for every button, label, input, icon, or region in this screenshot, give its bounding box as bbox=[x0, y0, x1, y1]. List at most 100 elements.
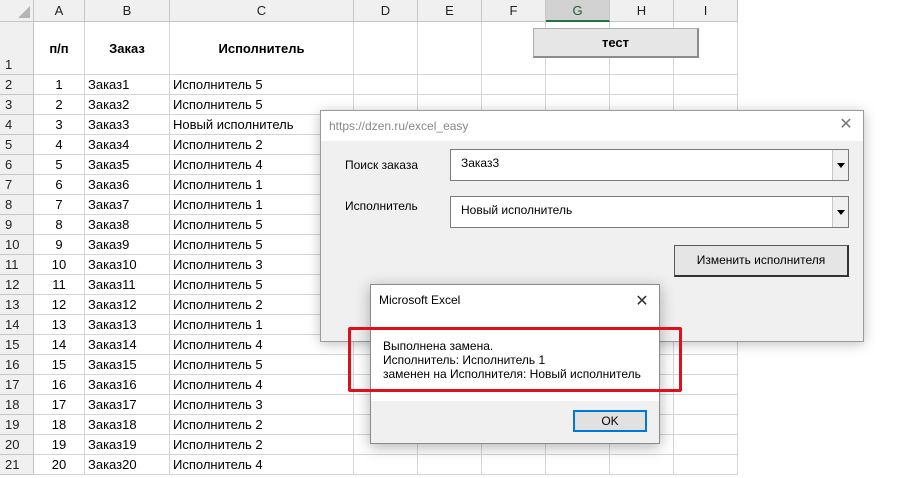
table-cell-order[interactable]: Заказ13 bbox=[85, 315, 170, 335]
column-header-g[interactable]: G bbox=[546, 0, 610, 22]
table-cell-order[interactable]: Заказ18 bbox=[85, 415, 170, 435]
table-cell-executor[interactable]: Исполнитель 5 bbox=[170, 75, 354, 95]
table-cell-num[interactable]: 20 bbox=[34, 455, 85, 475]
empty-cell[interactable] bbox=[546, 455, 610, 475]
order-search-combobox[interactable]: Заказ3 bbox=[450, 149, 849, 181]
table-cell-order[interactable]: Заказ19 bbox=[85, 435, 170, 455]
empty-cell[interactable] bbox=[610, 455, 674, 475]
close-icon[interactable]: ✕ bbox=[633, 291, 651, 311]
table-cell-num[interactable]: 19 bbox=[34, 435, 85, 455]
table-cell-order[interactable]: Заказ4 bbox=[85, 135, 170, 155]
column-header-h[interactable]: H bbox=[610, 0, 674, 22]
table-cell-num[interactable]: 10 bbox=[34, 255, 85, 275]
row-header[interactable]: 18 bbox=[0, 395, 34, 415]
column-header-e[interactable]: E bbox=[418, 0, 482, 22]
table-cell-num[interactable]: 9 bbox=[34, 235, 85, 255]
row-header[interactable]: 21 bbox=[0, 455, 34, 475]
table-cell-order[interactable]: Заказ17 bbox=[85, 395, 170, 415]
close-icon[interactable]: ✕ bbox=[837, 116, 855, 134]
column-header-c[interactable]: C bbox=[170, 0, 354, 22]
select-all-corner[interactable] bbox=[0, 0, 34, 22]
row-header[interactable]: 10 bbox=[0, 235, 34, 255]
table-cell-num[interactable]: 7 bbox=[34, 195, 85, 215]
empty-cell[interactable] bbox=[354, 22, 418, 75]
empty-cell[interactable] bbox=[418, 455, 482, 475]
empty-cell[interactable] bbox=[674, 355, 738, 375]
header-cell-order[interactable]: Заказ bbox=[85, 22, 170, 75]
table-cell-num[interactable]: 11 bbox=[34, 275, 85, 295]
table-cell-num[interactable]: 13 bbox=[34, 315, 85, 335]
table-cell-order[interactable]: Заказ14 bbox=[85, 335, 170, 355]
table-cell-order[interactable]: Заказ11 bbox=[85, 275, 170, 295]
header-cell-num[interactable]: п/п bbox=[34, 22, 85, 75]
row-header[interactable]: 12 bbox=[0, 275, 34, 295]
row-header[interactable]: 16 bbox=[0, 355, 34, 375]
table-cell-executor[interactable]: Исполнитель 4 bbox=[170, 455, 354, 475]
header-cell-executor[interactable]: Исполнитель bbox=[170, 22, 354, 75]
row-header[interactable]: 9 bbox=[0, 215, 34, 235]
table-cell-num[interactable]: 5 bbox=[34, 155, 85, 175]
table-cell-num[interactable]: 16 bbox=[34, 375, 85, 395]
empty-cell[interactable] bbox=[354, 75, 418, 95]
executor-combobox[interactable]: Новый исполнитель bbox=[450, 196, 849, 228]
row-header[interactable]: 14 bbox=[0, 315, 34, 335]
table-cell-order[interactable]: Заказ2 bbox=[85, 95, 170, 115]
table-cell-order[interactable]: Заказ10 bbox=[85, 255, 170, 275]
empty-cell[interactable] bbox=[418, 75, 482, 95]
row-header[interactable]: 19 bbox=[0, 415, 34, 435]
empty-cell[interactable] bbox=[674, 415, 738, 435]
column-header-i[interactable]: I bbox=[674, 0, 738, 22]
row-header[interactable]: 4 bbox=[0, 115, 34, 135]
table-cell-num[interactable]: 1 bbox=[34, 75, 85, 95]
table-cell-order[interactable]: Заказ9 bbox=[85, 235, 170, 255]
empty-cell[interactable] bbox=[354, 455, 418, 475]
empty-cell[interactable] bbox=[546, 75, 610, 95]
table-cell-order[interactable]: Заказ8 bbox=[85, 215, 170, 235]
row-header[interactable]: 15 bbox=[0, 335, 34, 355]
table-cell-num[interactable]: 8 bbox=[34, 215, 85, 235]
table-cell-order[interactable]: Заказ1 bbox=[85, 75, 170, 95]
table-cell-order[interactable]: Заказ6 bbox=[85, 175, 170, 195]
ok-button[interactable]: OK bbox=[573, 410, 647, 432]
test-macro-button[interactable]: тест bbox=[533, 28, 699, 58]
table-cell-order[interactable]: Заказ15 bbox=[85, 355, 170, 375]
column-header-a[interactable]: A bbox=[34, 0, 85, 22]
row-header[interactable]: 11 bbox=[0, 255, 34, 275]
table-cell-num[interactable]: 15 bbox=[34, 355, 85, 375]
empty-cell[interactable] bbox=[674, 395, 738, 415]
table-cell-num[interactable]: 3 bbox=[34, 115, 85, 135]
table-cell-executor[interactable]: Исполнитель 3 bbox=[170, 395, 354, 415]
empty-cell[interactable] bbox=[482, 75, 546, 95]
table-cell-order[interactable]: Заказ20 bbox=[85, 455, 170, 475]
column-header-b[interactable]: B bbox=[85, 0, 170, 22]
empty-cell[interactable] bbox=[674, 435, 738, 455]
table-cell-num[interactable]: 2 bbox=[34, 95, 85, 115]
empty-cell[interactable] bbox=[674, 455, 738, 475]
table-cell-num[interactable]: 12 bbox=[34, 295, 85, 315]
row-header[interactable]: 6 bbox=[0, 155, 34, 175]
table-cell-num[interactable]: 18 bbox=[34, 415, 85, 435]
table-cell-order[interactable]: Заказ5 bbox=[85, 155, 170, 175]
row-header[interactable]: 8 bbox=[0, 195, 34, 215]
row-header[interactable]: 5 bbox=[0, 135, 34, 155]
table-cell-order[interactable]: Заказ7 bbox=[85, 195, 170, 215]
table-cell-executor[interactable]: Исполнитель 4 bbox=[170, 375, 354, 395]
empty-cell[interactable] bbox=[610, 75, 674, 95]
row-header[interactable]: 7 bbox=[0, 175, 34, 195]
row-header[interactable]: 1 bbox=[0, 22, 34, 75]
table-cell-order[interactable]: Заказ12 bbox=[85, 295, 170, 315]
empty-cell[interactable] bbox=[674, 75, 738, 95]
empty-cell[interactable] bbox=[674, 375, 738, 395]
empty-cell[interactable] bbox=[418, 22, 482, 75]
row-header[interactable]: 13 bbox=[0, 295, 34, 315]
table-cell-num[interactable]: 17 bbox=[34, 395, 85, 415]
table-cell-executor[interactable]: Исполнитель 2 bbox=[170, 415, 354, 435]
column-header-f[interactable]: F bbox=[482, 0, 546, 22]
chevron-down-icon[interactable] bbox=[832, 197, 848, 227]
table-cell-order[interactable]: Заказ16 bbox=[85, 375, 170, 395]
table-cell-num[interactable]: 4 bbox=[34, 135, 85, 155]
chevron-down-icon[interactable] bbox=[832, 150, 848, 180]
change-executor-button[interactable]: Изменить исполнителя bbox=[674, 245, 849, 277]
row-header[interactable]: 3 bbox=[0, 95, 34, 115]
table-cell-num[interactable]: 6 bbox=[34, 175, 85, 195]
